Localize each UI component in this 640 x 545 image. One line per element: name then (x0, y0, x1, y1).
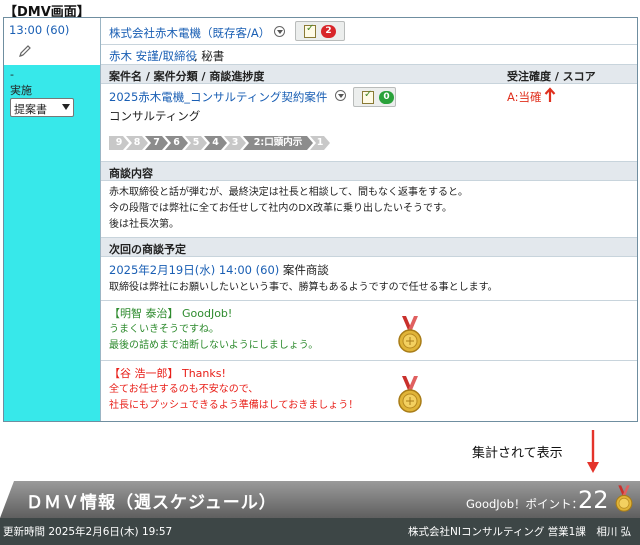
next-date: 2025年2月19日(水) 14:00 (60) 案件商談 (109, 262, 329, 278)
status-dash: - (10, 68, 14, 81)
points-label: GoodJob！ポイント： (466, 497, 584, 511)
deal-type: コンサルティング (109, 109, 201, 123)
stage-chevron: 4 (204, 136, 227, 150)
medal-icon (615, 485, 633, 512)
dropdown-circle-icon[interactable] (274, 26, 285, 37)
deal-memo-button[interactable]: 0 (353, 87, 396, 107)
person-link[interactable]: 赤木 安謹/取締役 (109, 48, 197, 64)
praise-title: 【谷 浩一郎】 Thanks! (109, 367, 226, 380)
dmv-visit-card: 13:00 (60) - 実施 提案書 株式会社赤木電機（既存客/A） 2 (3, 17, 638, 422)
content-header: 商談内容 (101, 162, 637, 181)
header-bar-top: ＤＭＶ情報（週スケジュール） GoodJob！ポイント： 22 (0, 481, 640, 518)
praise-line: うまくいきそうですね。 (109, 324, 219, 335)
pencil-icon[interactable] (18, 44, 32, 58)
content-line: 後は社長次第。 (109, 219, 179, 230)
header-notch (0, 481, 14, 518)
content-row: 赤木取締役と話が弾むが、最終決定は社長と相談して、間もなく返事をすると。 今の段… (101, 181, 637, 238)
praise-title: 【明智 泰治】 GoodJob! (109, 307, 233, 320)
visit-left-column: 13:00 (60) - 実施 提案書 (4, 18, 101, 421)
stage-chevron: 8 (126, 136, 148, 150)
next-header-label: 次回の商談予定 (109, 243, 186, 256)
praise-line: 全てお任せするのも不安なので、 (109, 384, 259, 395)
stage-chevron: 1 (310, 136, 330, 150)
visit-type-value: 提案書 (14, 103, 47, 116)
dropdown-circle-icon[interactable] (335, 90, 346, 101)
praise-item: 【明智 泰治】 GoodJob! うまくいきそうですね。 最後の詰めまで油断しな… (101, 301, 637, 361)
memo-count-badge: 2 (321, 25, 336, 38)
company-memo-button[interactable]: 2 (295, 21, 345, 41)
content-line: 赤木取締役と話が弾むが、最終決定は社長と相談して、間もなく返事をすると。 (109, 187, 468, 198)
memo-check-icon (362, 89, 374, 104)
next-kind: 案件商談 (279, 263, 329, 277)
dmv-header-bar: ＤＭＶ情報（週スケジュール） GoodJob！ポイント： 22 更新時間 202… (0, 481, 640, 545)
header-bar-bottom: 更新時間 2025年2月6日(木) 19:57 株式会社NIコンサルティング 営… (0, 518, 640, 545)
person-row: 赤木 安謹/取締役 , 秘書 (101, 45, 637, 65)
praise-line: 社長にもプッシュできるよう準備はしておきましょう！ (109, 400, 359, 411)
company-link[interactable]: 株式会社赤木電機（既存客/A） (109, 25, 270, 41)
stage-chevron: 7 (145, 136, 168, 150)
header-title: ＤＭＶ情報（週スケジュール） (26, 493, 277, 513)
order-status: A:当確 (507, 90, 542, 104)
praise-text: 【明智 泰治】 GoodJob! うまくいきそうですね。 最後の詰めまで油断しな… (109, 306, 318, 354)
stage-chevron: 5 (185, 136, 207, 150)
stage-chevron: 9 (109, 136, 129, 150)
visit-status-label: 実施 (10, 84, 32, 97)
points-value: 22 (578, 486, 609, 514)
deal-row: 2025赤木電機_コンサルティング契約案件 0 コンサルティング 9 8 7 6… (101, 84, 637, 162)
next-datetime-link[interactable]: 2025年2月19日(水) 14:00 (60) (109, 263, 279, 277)
next-note: 取締役は弊社にお願いしたいという事で、勝算もあるようですので任せる事とします。 (109, 282, 498, 293)
organization-user: 株式会社NIコンサルティング 営業1課 相川 弘 (408, 526, 632, 538)
chevron-down-icon (62, 104, 70, 110)
content-line: 今の段階では弊社に全てお任せして社内のDX改革に乗り出したいそうです。 (109, 203, 452, 214)
next-header: 次回の商談予定 (101, 238, 637, 257)
person-extra: , 秘書 (194, 49, 225, 63)
updated-time: 更新時間 2025年2月6日(木) 19:57 (3, 526, 173, 538)
visit-main-column: 株式会社赤木電機（既存客/A） 2 赤木 安謹/取締役 , 秘書 案件名 / 案… (101, 18, 637, 421)
praise-text: 【谷 浩一郎】 Thanks! 全てお任せするのも不安なので、 社長にもプッシュ… (109, 366, 358, 414)
aggregation-note: 集計されて表示 (472, 446, 563, 461)
content-header-label: 商談内容 (109, 167, 153, 180)
deal-header: 案件名 / 案件分類 / 商談進捗度 受注確度 / スコア (101, 65, 637, 84)
visit-time-cell: 13:00 (60) (4, 18, 101, 65)
stage-chevron-current: 2:口頭内示 (243, 136, 313, 150)
deal-header-left: 案件名 / 案件分類 / 商談進捗度 (109, 70, 265, 83)
visit-type-select[interactable]: 提案書 (10, 98, 74, 117)
praise-item: 【谷 浩一郎】 Thanks! 全てお任せするのも不安なので、 社長にもプッシュ… (101, 361, 637, 421)
visit-status-cell: - 実施 提案書 (4, 65, 101, 421)
visit-time-link[interactable]: 13:00 (60) (9, 23, 69, 37)
deal-link[interactable]: 2025赤木電機_コンサルティング契約案件 (109, 89, 327, 105)
medal-icon (398, 316, 422, 353)
company-row: 株式会社赤木電機（既存客/A） 2 (101, 18, 637, 45)
medal-icon (398, 376, 422, 413)
memo-check-icon (304, 23, 316, 38)
next-row: 2025年2月19日(水) 14:00 (60) 案件商談 取締役は弊社にお願い… (101, 257, 637, 301)
praise-line: 最後の詰めまで油断しないようにしましょう。 (109, 340, 319, 351)
stage-chevron: 3 (224, 136, 246, 150)
up-arrow-icon (544, 87, 556, 102)
memo-count-badge: 0 (379, 91, 394, 104)
deal-header-right: 受注確度 / スコア (507, 70, 596, 83)
stage-chevron: 6 (165, 136, 188, 150)
down-arrow-icon (587, 430, 599, 473)
